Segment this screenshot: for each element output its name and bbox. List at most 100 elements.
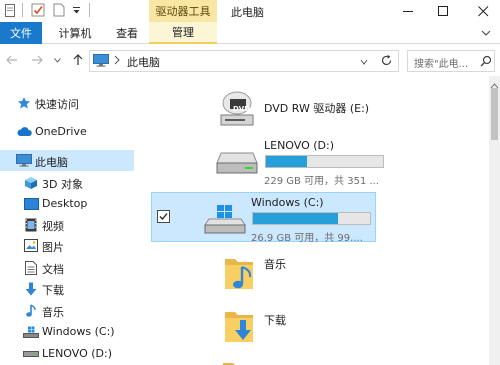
nav-item-videos[interactable]: 视频: [0, 214, 134, 235]
maximize-icon: [437, 5, 448, 16]
drive-name: LENOVO (D:): [264, 139, 335, 152]
drive-icon: [23, 346, 39, 361]
search-box[interactable]: 搜索"此电...: [407, 50, 495, 72]
drive-tools-context-label: 驱动器工具: [149, 0, 217, 22]
properties-icon[interactable]: [4, 2, 16, 18]
separator: [22, 3, 23, 17]
ribbon-tabs: 文件 计算机 查看 管理: [0, 22, 500, 44]
nav-label: 文档: [42, 263, 64, 276]
window-title: 此电脑: [231, 6, 264, 19]
nav-item-onedrive[interactable]: OneDrive: [0, 121, 134, 142]
star-icon: [16, 95, 32, 110]
nav-label: Windows (C:): [42, 325, 115, 338]
title-bar: 驱动器工具 此电脑: [0, 0, 500, 22]
3d-cube-icon: [23, 175, 39, 190]
folder-icon: [223, 363, 251, 365]
drive-name: DVD RW 驱动器 (E:): [264, 102, 370, 115]
search-placeholder: 搜索"此电...: [414, 59, 469, 70]
close-button[interactable]: [460, 0, 500, 22]
nav-item-lenovo-d[interactable]: LENOVO (D:): [0, 343, 134, 364]
file-explorer-window: 驱动器工具 此电脑 文件 计算机 查看 管理 此电脑 搜索"此电... 快速访问…: [0, 0, 500, 365]
drive-space-text: 26.9 GB 可用，共 99....: [251, 233, 363, 244]
folder-tile-downloads[interactable]: 下载: [151, 302, 376, 352]
cloud-icon: [16, 124, 32, 139]
chevron-down-icon: [481, 30, 491, 36]
nav-item-downloads[interactable]: 下载: [0, 278, 134, 299]
minimize-icon: [402, 10, 413, 12]
nav-label: LENOVO (D:): [42, 347, 113, 360]
drive-name: Windows (C:): [251, 196, 324, 209]
nav-label: 此电脑: [35, 156, 68, 169]
nav-item-documents[interactable]: 文档: [0, 257, 134, 278]
folder-name: 音乐: [264, 258, 286, 271]
selection-checkbox[interactable]: [157, 210, 170, 226]
nav-item-desktop[interactable]: Desktop: [0, 193, 134, 214]
windows-drive-icon: [203, 205, 247, 238]
pictures-icon: [23, 238, 39, 253]
nav-item-3d-objects[interactable]: 3D 对象: [0, 172, 134, 193]
nav-item-music[interactable]: 音乐: [0, 300, 134, 321]
back-button[interactable]: [4, 52, 20, 68]
folder-name: 下载: [264, 314, 286, 327]
nav-label: Desktop: [42, 197, 88, 210]
search-icon[interactable]: [480, 55, 492, 70]
folder-tile-partial[interactable]: [223, 358, 253, 365]
breadcrumb-chevron-icon: [114, 55, 120, 68]
checklist-icon[interactable]: [30, 2, 46, 18]
content-pane: DVD DVD RW 驱动器 (E:) LENOVO (D:) 229 GB 可…: [137, 76, 489, 365]
download-arrow-icon: [23, 281, 39, 296]
up-button[interactable]: [70, 52, 86, 68]
usage-bar-fill: [253, 213, 339, 224]
usage-bar: [252, 212, 371, 225]
tab-computer[interactable]: 计算机: [53, 22, 97, 44]
recent-locations-button[interactable]: [52, 52, 62, 68]
scrollbar-thumb[interactable]: [491, 88, 498, 140]
document-icon: [23, 260, 39, 275]
separator: [89, 3, 90, 17]
downloads-folder-icon: [223, 306, 257, 349]
nav-item-windows-c[interactable]: Windows (C:): [0, 321, 134, 342]
address-dropdown-icon[interactable]: [360, 56, 368, 69]
breadcrumb-this-pc[interactable]: 此电脑: [127, 54, 160, 70]
drive-tile-lenovo-d[interactable]: LENOVO (D:) 229 GB 可用，共 351 ...: [151, 136, 384, 187]
up-arrow-icon: [73, 54, 83, 65]
computer-icon: [93, 54, 109, 70]
refresh-icon[interactable]: [380, 54, 393, 70]
video-icon: [23, 217, 39, 232]
music-folder-icon: [223, 253, 257, 296]
tab-manage[interactable]: 管理: [149, 22, 217, 44]
nav-label: 下载: [42, 284, 64, 297]
tab-file[interactable]: 文件: [0, 22, 42, 44]
nav-label: 音乐: [42, 306, 64, 319]
chevron-down-icon: [53, 57, 61, 63]
music-note-icon: [23, 303, 39, 318]
folder-tile-music[interactable]: 音乐: [151, 248, 376, 298]
back-arrow-icon: [6, 55, 17, 65]
nav-label: OneDrive: [35, 125, 87, 138]
drive-tile-windows-c[interactable]: Windows (C:) 26.9 GB 可用，共 99....: [151, 192, 376, 244]
forward-arrow-icon: [32, 55, 43, 65]
nav-label: 图片: [42, 241, 64, 254]
dvd-badge: DVD: [233, 105, 251, 113]
expand-ribbon-button[interactable]: [476, 22, 496, 44]
forward-button[interactable]: [29, 52, 45, 68]
address-bar[interactable]: 此电脑: [89, 50, 399, 72]
nav-label: 快速访问: [35, 98, 79, 111]
nav-label: 视频: [42, 220, 64, 233]
close-icon: [477, 5, 488, 16]
usage-bar: [265, 155, 384, 168]
hard-drive-icon: [215, 149, 259, 178]
desktop-icon: [23, 196, 39, 211]
customize-toolbar-icon[interactable]: [70, 2, 82, 18]
computer-icon: [16, 153, 32, 168]
nav-item-this-pc[interactable]: 此电脑: [0, 150, 134, 171]
drive-tile-dvd[interactable]: DVD DVD RW 驱动器 (E:): [151, 82, 376, 132]
tab-view[interactable]: 查看: [106, 22, 148, 44]
windows-drive-icon: [23, 324, 39, 339]
vertical-scrollbar[interactable]: [489, 76, 500, 365]
nav-label: 3D 对象: [42, 178, 83, 191]
nav-item-quick-access[interactable]: 快速访问: [0, 92, 134, 113]
drive-space-text: 229 GB 可用，共 351 ...: [264, 176, 380, 187]
new-file-icon[interactable]: [52, 2, 66, 18]
nav-item-pictures[interactable]: 图片: [0, 235, 134, 256]
